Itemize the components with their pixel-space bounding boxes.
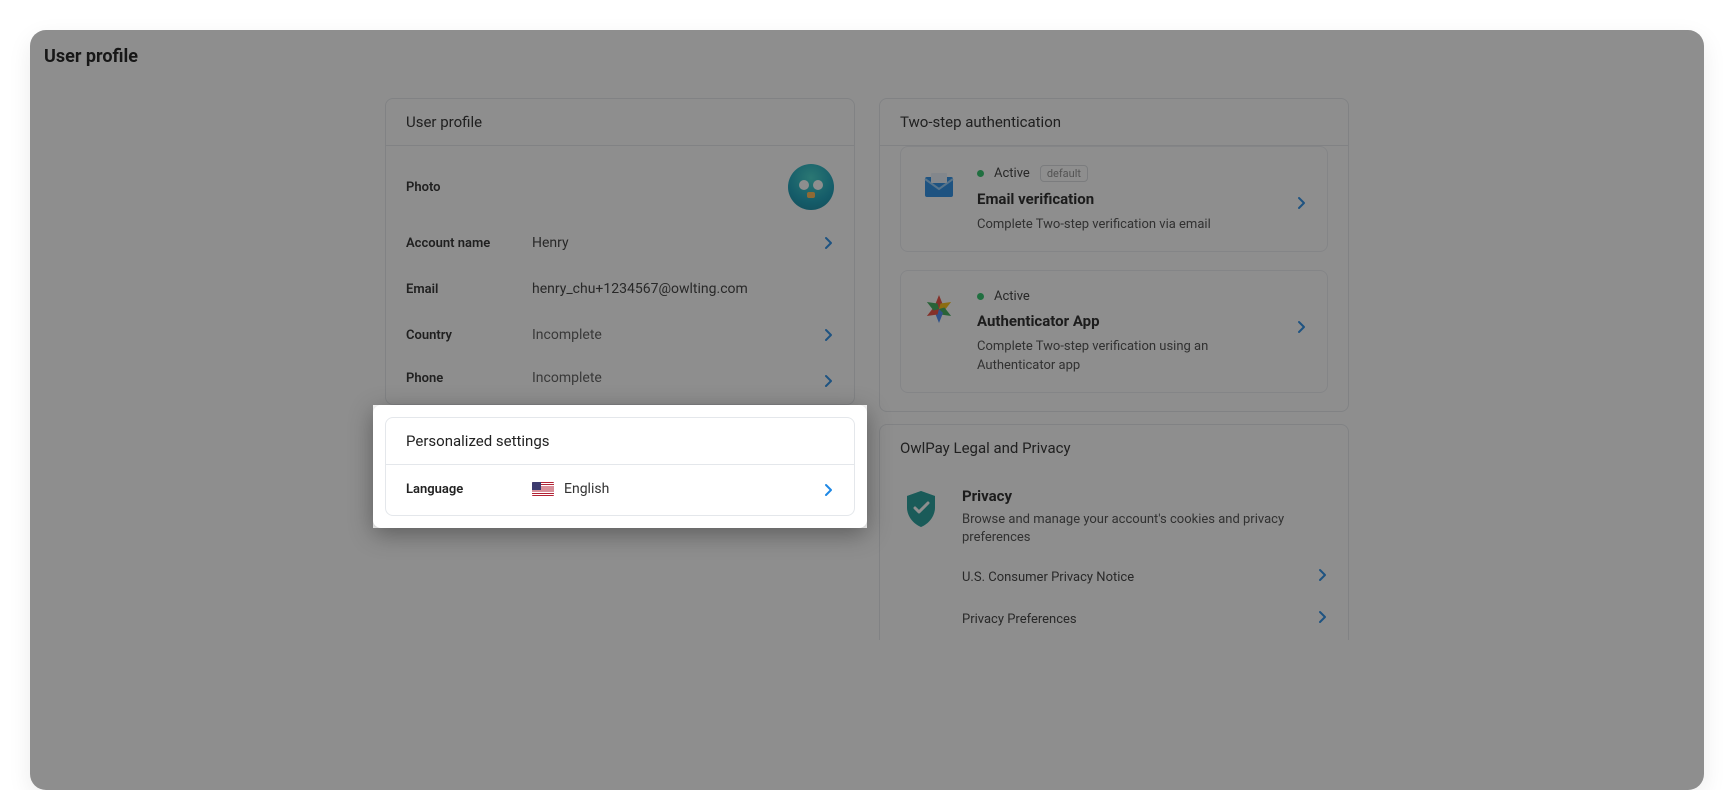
legal-privacy-head: Privacy Browse and manage your account's…	[900, 475, 1328, 557]
chevron-right-icon	[1318, 610, 1328, 628]
shield-icon	[900, 487, 942, 529]
auth-authenticator-desc: Complete Two-step verification using an …	[977, 338, 1283, 376]
account-name-value: Henry	[532, 235, 569, 251]
chevron-right-icon	[824, 236, 834, 250]
status-dot-icon	[977, 170, 984, 177]
email-icon	[921, 167, 957, 203]
phone-label: Phone	[406, 371, 532, 386]
photo-label: Photo	[406, 180, 532, 195]
two-step-auth-card: Two-step authentication Active	[879, 98, 1349, 412]
auth-authenticator-title: Authenticator App	[977, 312, 1283, 330]
avatar	[788, 164, 834, 210]
email-row: Email henry_chu+1234567@owlting.com	[386, 266, 854, 312]
auth-authenticator-box[interactable]: Active Authenticator App Complete Two-st…	[900, 270, 1328, 393]
default-badge: default	[1040, 165, 1088, 182]
status-dot-icon	[977, 293, 984, 300]
auth-authenticator-status: Active	[994, 289, 1030, 304]
legal-privacy-card: OwlPay Legal and Privacy Privacy	[879, 424, 1349, 641]
language-label: Language	[406, 482, 532, 497]
chevron-right-icon	[1318, 568, 1328, 586]
auth-email-desc: Complete Two-step verification via email	[977, 216, 1283, 235]
email-value: henry_chu+1234567@owlting.com	[532, 281, 748, 297]
chevron-right-icon	[824, 483, 834, 497]
language-row[interactable]: Language English	[386, 465, 854, 515]
right-column: Two-step authentication Active	[879, 98, 1349, 790]
phone-value: Incomplete	[532, 370, 602, 386]
language-value-wrap: English	[532, 481, 609, 497]
country-row[interactable]: Country Incomplete	[386, 312, 854, 358]
chevron-right-icon	[1297, 195, 1307, 214]
content: User profile Photo Account name Henry Em…	[30, 30, 1704, 790]
country-label: Country	[406, 328, 532, 343]
auth-email-title: Email verification	[977, 190, 1283, 208]
page: User profile User profile Photo Account …	[30, 30, 1704, 790]
email-label: Email	[406, 282, 532, 297]
legal-link-label: Privacy Preferences	[962, 612, 1077, 627]
account-name-row[interactable]: Account name Henry	[386, 220, 854, 266]
two-step-auth-header: Two-step authentication	[880, 99, 1348, 146]
legal-body: Privacy Browse and manage your account's…	[880, 471, 1348, 641]
auth-email-box[interactable]: Active default Email verification Comple…	[900, 146, 1328, 252]
us-flag-icon	[532, 482, 554, 496]
legal-privacy-desc: Browse and manage your account's cookies…	[962, 511, 1328, 549]
legal-link-label: U.S. Consumer Privacy Notice	[962, 570, 1134, 585]
chevron-right-icon	[824, 374, 834, 388]
phone-row[interactable]: Phone Incomplete	[386, 358, 854, 404]
authenticator-icon	[921, 291, 957, 327]
legal-privacy-header: OwlPay Legal and Privacy	[880, 425, 1348, 471]
user-profile-card-header: User profile	[386, 99, 854, 146]
account-name-label: Account name	[406, 236, 532, 251]
user-profile-card: User profile Photo Account name Henry Em…	[385, 98, 855, 405]
photo-row[interactable]: Photo	[386, 146, 854, 220]
legal-privacy-title: Privacy	[962, 487, 1328, 505]
legal-link-consumer-notice[interactable]: U.S. Consumer Privacy Notice	[962, 556, 1328, 598]
auth-email-status: Active	[994, 166, 1030, 181]
personalized-settings-card: Personalized settings Language English	[385, 417, 855, 516]
country-value: Incomplete	[532, 327, 602, 343]
personalized-settings-header: Personalized settings	[386, 418, 854, 465]
language-value: English	[564, 481, 609, 497]
legal-link-privacy-preferences[interactable]: Privacy Preferences	[962, 598, 1328, 640]
left-column: User profile Photo Account name Henry Em…	[385, 98, 855, 790]
auth-email-content: Active default Email verification Comple…	[977, 165, 1307, 235]
chevron-right-icon	[1297, 319, 1307, 338]
chevron-right-icon	[824, 328, 834, 342]
auth-authenticator-content: Active Authenticator App Complete Two-st…	[977, 289, 1307, 376]
